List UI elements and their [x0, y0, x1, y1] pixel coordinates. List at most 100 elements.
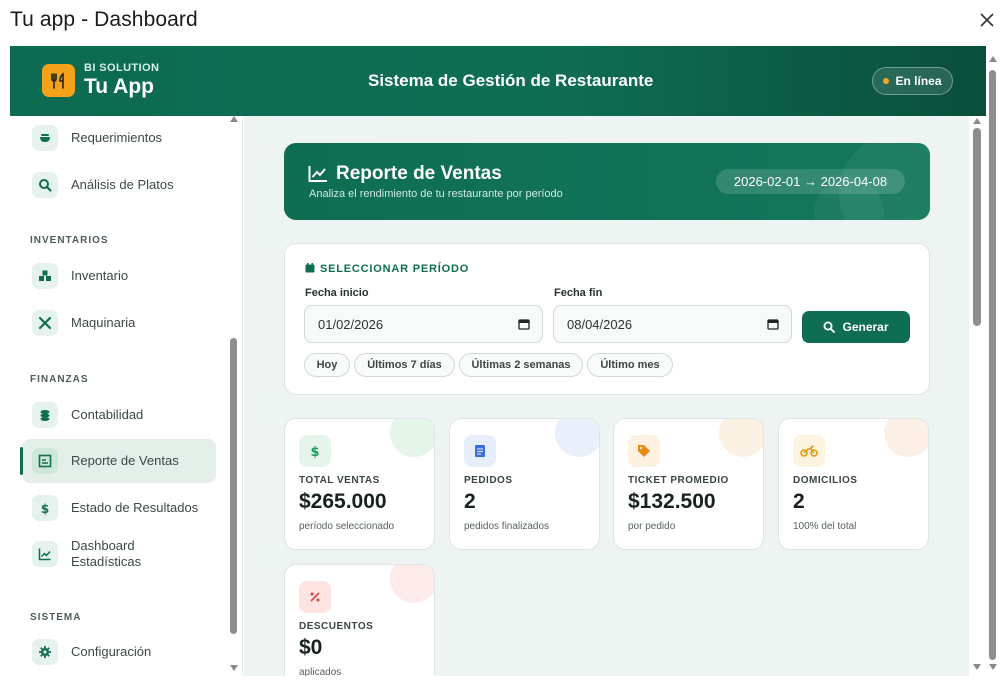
stat-value: $132.500 — [628, 490, 716, 513]
tools-icon — [32, 310, 58, 336]
stat-value: $0 — [299, 636, 323, 659]
section-title-inventarios: INVENTARIOS — [30, 235, 109, 246]
main-scrollbar[interactable] — [973, 128, 981, 326]
sidebar-item-maquinaria[interactable]: Maquinaria — [22, 301, 216, 345]
cutlery-icon — [42, 64, 75, 97]
chart-line-icon — [308, 166, 327, 182]
search-icon — [823, 321, 836, 333]
window-scroll-down-icon[interactable] — [989, 664, 997, 670]
sidebar-item-analisis-platos[interactable]: Análisis de Platos — [22, 163, 216, 207]
card-decoration — [390, 565, 434, 603]
start-date-value: 01/02/2026 — [318, 316, 384, 332]
sidebar-item-requerimientos[interactable]: Requerimientos — [22, 116, 216, 160]
section-title-finanzas: FINANZAS — [30, 374, 89, 385]
report-banner: Reporte de Ventas Analiza el rendimiento… — [284, 143, 930, 220]
sidebar-item-label: Estado de Resultados — [71, 500, 199, 515]
window-scroll-up-icon[interactable] — [989, 56, 997, 62]
stat-value: 2 — [464, 490, 476, 513]
sidebar-scrollbar[interactable] — [230, 338, 237, 634]
sidebar: Requerimientos Análisis de Platos INVENT… — [10, 116, 243, 676]
sidebar-item-configuracion[interactable]: Configuración — [22, 630, 216, 674]
close-icon[interactable] — [977, 10, 997, 30]
date-range-badge: 2026-02-01 → 2026-04-08 — [716, 169, 905, 194]
quick-2-weeks-button[interactable]: Últimas 2 semanas — [459, 353, 583, 377]
tag-icon — [628, 435, 660, 467]
calendar-icon[interactable] — [767, 318, 779, 330]
stat-card-pedidos: PEDIDOS 2 pedidos finalizados — [449, 418, 600, 550]
sidebar-item-label: Contabilidad — [71, 407, 144, 422]
sidebar-scroll-down-icon[interactable] — [230, 665, 238, 671]
stat-label: DESCUENTOS — [299, 621, 374, 632]
magnifier-icon — [32, 172, 58, 198]
gear-icon — [32, 639, 58, 665]
quick-7-days-button[interactable]: Últimos 7 días — [354, 353, 455, 377]
stat-note: 100% del total — [793, 521, 857, 532]
brand-subtitle: BI SOLUTION — [84, 62, 160, 74]
sidebar-item-dashboard-estadisticas[interactable]: Dashboard Estadísticas — [22, 532, 216, 576]
stat-note: pedidos finalizados — [464, 521, 550, 532]
stat-note: por pedido — [628, 521, 676, 532]
stat-label: TICKET PROMEDIO — [628, 475, 729, 486]
status-dot-icon — [883, 78, 890, 84]
start-date-field[interactable]: 01/02/2026 — [304, 305, 543, 343]
boxes-icon — [32, 263, 58, 289]
motorcycle-icon — [793, 435, 825, 467]
calendar-icon[interactable] — [518, 318, 530, 330]
main-scroll-up-icon[interactable] — [973, 118, 981, 124]
report-icon — [32, 448, 58, 474]
bowl-icon — [32, 125, 58, 151]
generate-label: Generar — [842, 320, 889, 334]
stat-card-total-ventas: $ TOTAL VENTAS $265.000 período seleccio… — [284, 418, 435, 550]
quick-today-button[interactable]: Hoy — [304, 353, 350, 377]
start-date-label: Fecha inicio — [305, 287, 369, 299]
chart-line-icon — [32, 541, 58, 567]
stat-label: PEDIDOS — [464, 475, 513, 486]
coins-icon — [32, 402, 58, 428]
window-title: Tu app - Dashboard — [10, 8, 198, 31]
sidebar-item-label: Reporte de Ventas — [71, 453, 179, 468]
app-header: BI SOLUTION Tu App Sistema de Gestión de… — [10, 46, 986, 116]
stat-note: aplicados — [299, 667, 342, 676]
section-title-sistema: SISTEMA — [30, 612, 82, 623]
sidebar-item-label: Dashboard Estadísticas — [71, 538, 142, 569]
app-title: Sistema de Gestión de Restaurante — [368, 71, 654, 90]
stat-label: DOMICILIOS — [793, 475, 858, 486]
card-decoration — [390, 419, 434, 457]
sidebar-item-label: Maquinaria — [71, 315, 136, 330]
period-title: SELECCIONAR PERÍODO — [320, 263, 470, 275]
svg-text:$: $ — [41, 502, 49, 515]
dollar-icon: $ — [32, 495, 58, 521]
sidebar-item-label: Inventario — [71, 268, 129, 283]
sidebar-item-label: Análisis de Platos — [71, 177, 174, 192]
stat-label: TOTAL VENTAS — [299, 475, 380, 486]
svg-text:$: $ — [310, 445, 319, 458]
stat-value: 2 — [793, 490, 805, 513]
sidebar-item-contabilidad[interactable]: Contabilidad — [22, 393, 216, 437]
calendar-icon — [305, 263, 315, 273]
status-badge: En línea — [872, 67, 953, 95]
card-decoration — [555, 419, 599, 457]
stat-value: $265.000 — [299, 490, 387, 513]
status-label: En línea — [895, 74, 942, 88]
stat-note: período seleccionado — [299, 521, 395, 532]
sidebar-item-label: Configuración — [71, 644, 152, 659]
page-subtitle: Analiza el rendimiento de tu restaurante… — [309, 188, 563, 200]
card-decoration — [884, 419, 928, 457]
period-panel: SELECCIONAR PERÍODO Fecha inicio 01/02/2… — [284, 243, 930, 395]
quick-month-button[interactable]: Último mes — [587, 353, 673, 377]
sidebar-scroll-up-icon[interactable] — [230, 116, 238, 122]
end-date-value: 08/04/2026 — [567, 316, 633, 332]
generate-button[interactable]: Generar — [802, 311, 910, 343]
percent-icon — [299, 581, 331, 613]
sidebar-item-inventario[interactable]: Inventario — [22, 254, 216, 298]
stat-card-domicilios: DOMICILIOS 2 100% del total — [778, 418, 929, 550]
main-scroll-down-icon[interactable] — [973, 664, 981, 670]
stat-card-descuentos: DESCUENTOS $0 aplicados — [284, 564, 435, 676]
window-scrollbar[interactable] — [989, 70, 996, 660]
sidebar-item-label: Requerimientos — [71, 130, 163, 145]
sidebar-item-reporte-ventas[interactable]: Reporte de Ventas — [20, 439, 216, 483]
sidebar-item-estado-resultados[interactable]: $ Estado de Resultados — [22, 486, 216, 530]
brand-name: Tu App — [84, 75, 154, 98]
stat-card-ticket-promedio: TICKET PROMEDIO $132.500 por pedido — [613, 418, 764, 550]
end-date-field[interactable]: 08/04/2026 — [553, 305, 792, 343]
